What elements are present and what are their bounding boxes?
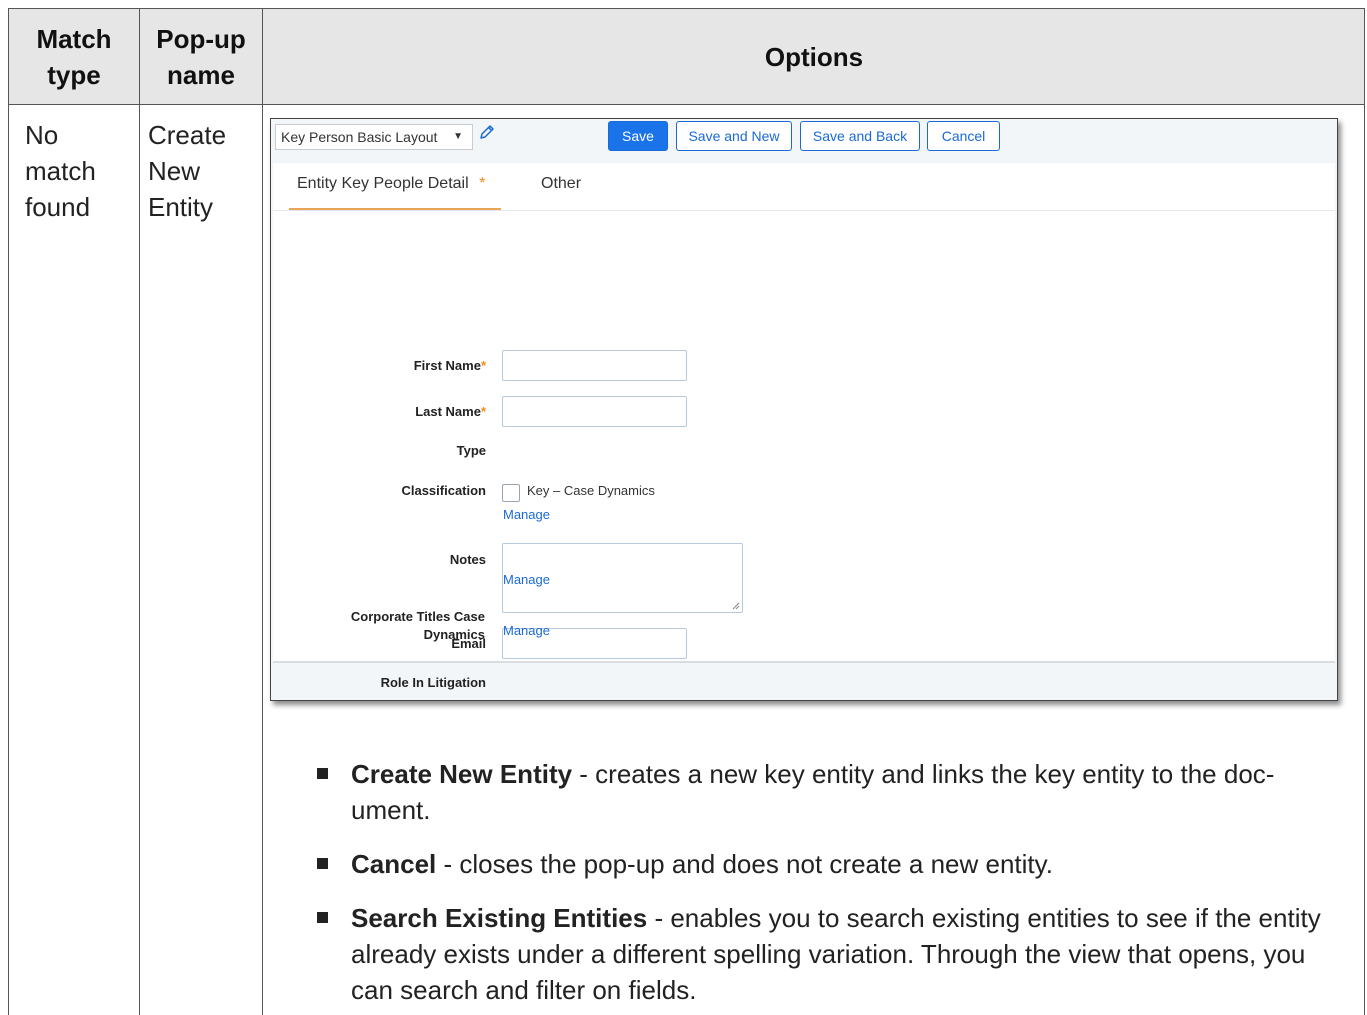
notes-label: Notes (449, 552, 486, 567)
create-entity-popup-screenshot: Key Person Basic Layout ▼ Save Save and … (270, 118, 1338, 701)
list-item: Search Existing Entities - enables you t… (313, 900, 1343, 1008)
bullet-text: - closes the pop-up and does not create … (436, 849, 1053, 879)
header-popup-name: Pop-up name (156, 24, 246, 90)
last-name-label: Last Name* (415, 404, 486, 419)
cell-match-type: No match found (25, 120, 96, 222)
header-options: Options (764, 42, 864, 72)
active-tab-indicator (289, 208, 501, 210)
bullet-term: Cancel (351, 849, 437, 879)
bullet-term: Search Existing Entities (351, 903, 648, 933)
classification-checkbox[interactable] (502, 484, 520, 502)
save-button[interactable]: Save (608, 121, 668, 151)
bullet-icon (317, 858, 328, 869)
bullet-term: Create New Entity (351, 759, 573, 789)
tab-label: Entity Key People Detail (297, 175, 469, 192)
first-name-field[interactable] (502, 350, 687, 381)
bullet-icon (317, 768, 328, 779)
required-marker: * (480, 404, 486, 419)
pencil-icon[interactable] (478, 123, 496, 141)
list-item: Cancel - closes the pop-up and does not … (313, 846, 1343, 882)
layout-select-value: Key Person Basic Layout (281, 129, 438, 145)
save-and-back-button[interactable]: Save and Back (800, 121, 920, 151)
cancel-button[interactable]: Cancel (927, 121, 1000, 151)
popup-toolbar: Key Person Basic Layout ▼ Save Save and … (271, 119, 1337, 163)
last-name-field[interactable] (502, 396, 687, 427)
save-and-new-button[interactable]: Save and New (676, 121, 792, 151)
required-marker: * (479, 175, 486, 192)
layout-select[interactable]: Key Person Basic Layout ▼ (275, 124, 473, 150)
classification-label: Classification (401, 483, 486, 498)
column-divider (139, 9, 140, 1015)
classification-manage-link[interactable]: Manage (503, 507, 550, 522)
email-label: Email (451, 636, 486, 651)
role-manage-link[interactable]: Manage (503, 572, 550, 587)
column-divider (262, 9, 263, 1015)
first-name-label: First Name* (413, 358, 486, 373)
header-match-type: Match type (36, 24, 112, 90)
resize-handle-icon[interactable] (732, 602, 740, 610)
role-in-litigation-label: Role In Litigation (380, 675, 486, 690)
options-bullet-list: Create New Entity - creates a new key en… (313, 756, 1343, 1015)
table-header-row: Match type Pop-up name Options (9, 9, 1364, 105)
bullet-icon (317, 912, 328, 923)
required-marker: * (480, 358, 486, 373)
cell-popup-name: Create New Entity (148, 120, 227, 222)
corporate-titles-manage-link[interactable]: Manage (503, 623, 550, 638)
classification-option-label: Key – Case Dynamics (527, 483, 655, 498)
type-label: Type (456, 443, 486, 458)
entity-form-card: Entity Key People Detail * Other First N… (273, 163, 1335, 690)
caret-down-icon: ▼ (453, 131, 463, 142)
form-tabs: Entity Key People Detail * Other (273, 163, 1335, 211)
list-item: Create New Entity - creates a new key en… (313, 756, 1343, 828)
tab-entity-key-people-detail[interactable]: Entity Key People Detail * (297, 175, 485, 193)
tab-other[interactable]: Other (541, 175, 581, 193)
